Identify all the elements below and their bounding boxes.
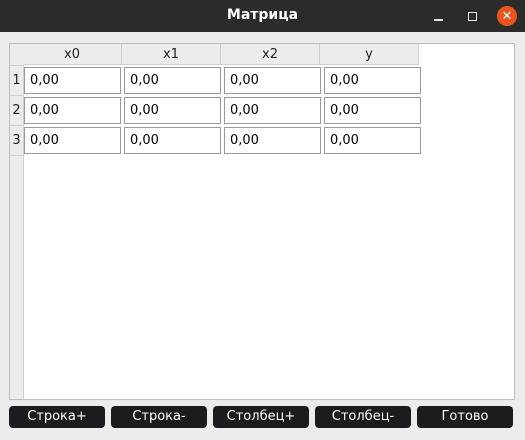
matrix-table[interactable]: x0 x1 x2 y 1 2 3 0,00 0,00 0,00 0,00 0,0…: [9, 43, 515, 400]
cell-r2-x0[interactable]: 0,00: [24, 97, 121, 124]
row-header-3[interactable]: 3: [10, 126, 23, 156]
cell-r1-x2[interactable]: 0,00: [224, 67, 321, 94]
matrix-window: Матрица ✕ x0 x1 x2 y 1 2 3 0,00 0,00 0,0…: [0, 0, 525, 440]
column-header-x1[interactable]: x1: [122, 44, 221, 65]
column-header-x2[interactable]: x2: [221, 44, 320, 65]
cell-r3-x2[interactable]: 0,00: [224, 127, 321, 154]
minimize-button[interactable]: [428, 6, 448, 26]
close-button[interactable]: ✕: [497, 6, 517, 26]
cell-r1-x1[interactable]: 0,00: [124, 67, 221, 94]
add-row-button[interactable]: Строка+: [9, 406, 105, 428]
add-column-button[interactable]: Столбец+: [213, 406, 309, 428]
cell-r3-x1[interactable]: 0,00: [124, 127, 221, 154]
title-bar[interactable]: Матрица ✕: [0, 0, 525, 32]
row-header-1[interactable]: 1: [10, 66, 23, 96]
cell-r1-y[interactable]: 0,00: [324, 67, 421, 94]
cell-r2-x1[interactable]: 0,00: [124, 97, 221, 124]
row-header-column: 1 2 3: [10, 66, 24, 399]
cell-r3-x0[interactable]: 0,00: [24, 127, 121, 154]
table-corner[interactable]: [10, 44, 24, 66]
close-icon: ✕: [501, 8, 513, 24]
remove-column-button[interactable]: Столбец-: [315, 406, 411, 428]
cell-r3-y[interactable]: 0,00: [324, 127, 421, 154]
column-header-y[interactable]: y: [320, 44, 419, 65]
done-button[interactable]: Готово: [417, 406, 513, 428]
row-header-2[interactable]: 2: [10, 96, 23, 126]
column-header-row: x0 x1 x2 y: [23, 44, 419, 65]
column-header-x0[interactable]: x0: [23, 44, 122, 65]
minimize-icon: [433, 19, 443, 21]
maximize-icon: [467, 11, 477, 21]
remove-row-button[interactable]: Строка-: [111, 406, 207, 428]
cell-r2-y[interactable]: 0,00: [324, 97, 421, 124]
maximize-button[interactable]: [462, 6, 482, 26]
button-bar: Строка+ Строка- Столбец+ Столбец- Готово: [9, 406, 514, 428]
cell-r2-x2[interactable]: 0,00: [224, 97, 321, 124]
cell-r1-x0[interactable]: 0,00: [24, 67, 121, 94]
